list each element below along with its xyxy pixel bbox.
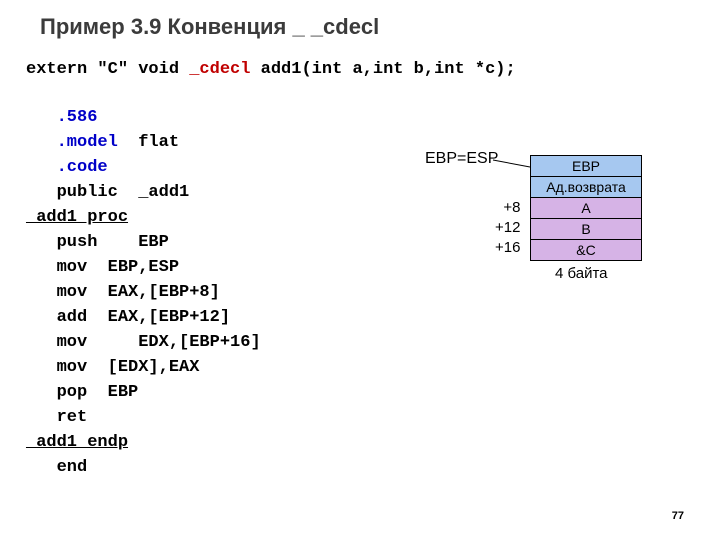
stack-offsets: +8 +12 +16 — [495, 198, 520, 258]
public-decl: public _add1 — [57, 183, 190, 202]
proc-underlined: _add1 proc — [26, 208, 128, 227]
cell-b: B — [531, 219, 641, 240]
instr-pop: pop EBP — [57, 383, 139, 402]
asm-code: .586 .model flat .code public _add1 _add… — [26, 105, 261, 480]
instr-mov1: mov EBP,ESP — [57, 258, 179, 277]
page-number: 77 — [672, 510, 684, 522]
proc-label: _add1 proc — [26, 208, 128, 227]
cell-c: &C — [531, 240, 641, 260]
dir-model: .model — [57, 133, 118, 152]
decl-p1: extern "C" void — [26, 60, 189, 79]
endp-label: _add1 endp — [26, 433, 128, 452]
offset-16: +16 — [495, 238, 520, 258]
extern-declaration: extern "C" void _cdecl add1(int a,int b,… — [26, 60, 516, 79]
pointer-line — [493, 160, 530, 167]
instr-mov4: mov [EDX],EAX — [57, 358, 200, 377]
stack-diagram: EBP Ад.возврата A B &C — [530, 155, 642, 261]
dir-model-arg: flat — [118, 133, 179, 152]
decl-cdecl: _cdecl — [189, 60, 250, 79]
instr-mov2: mov EAX,[EBP+8] — [57, 283, 220, 302]
cell-a: A — [531, 198, 641, 219]
instr-ret: ret — [57, 408, 88, 427]
dir-586: .586 — [57, 108, 98, 127]
instr-mov3: mov EDX,[EBP+16] — [57, 333, 261, 352]
slide-title: Пример 3.9 Конвенция _ _cdecl — [40, 14, 379, 40]
ebp-esp-label: EBP=ESP — [425, 150, 498, 168]
cell-ret: Ад.возврата — [531, 177, 641, 198]
decl-p2: add1(int a,int b,int *c); — [250, 60, 515, 79]
instr-add: add EAX,[EBP+12] — [57, 308, 230, 327]
cell-ebp: EBP — [531, 156, 641, 177]
bytes-label: 4 байта — [555, 265, 608, 282]
dir-code: .code — [57, 158, 108, 177]
end-label: end — [57, 458, 88, 477]
instr-push: push EBP — [57, 233, 169, 252]
offset-8: +8 — [495, 198, 520, 218]
offset-12: +12 — [495, 218, 520, 238]
